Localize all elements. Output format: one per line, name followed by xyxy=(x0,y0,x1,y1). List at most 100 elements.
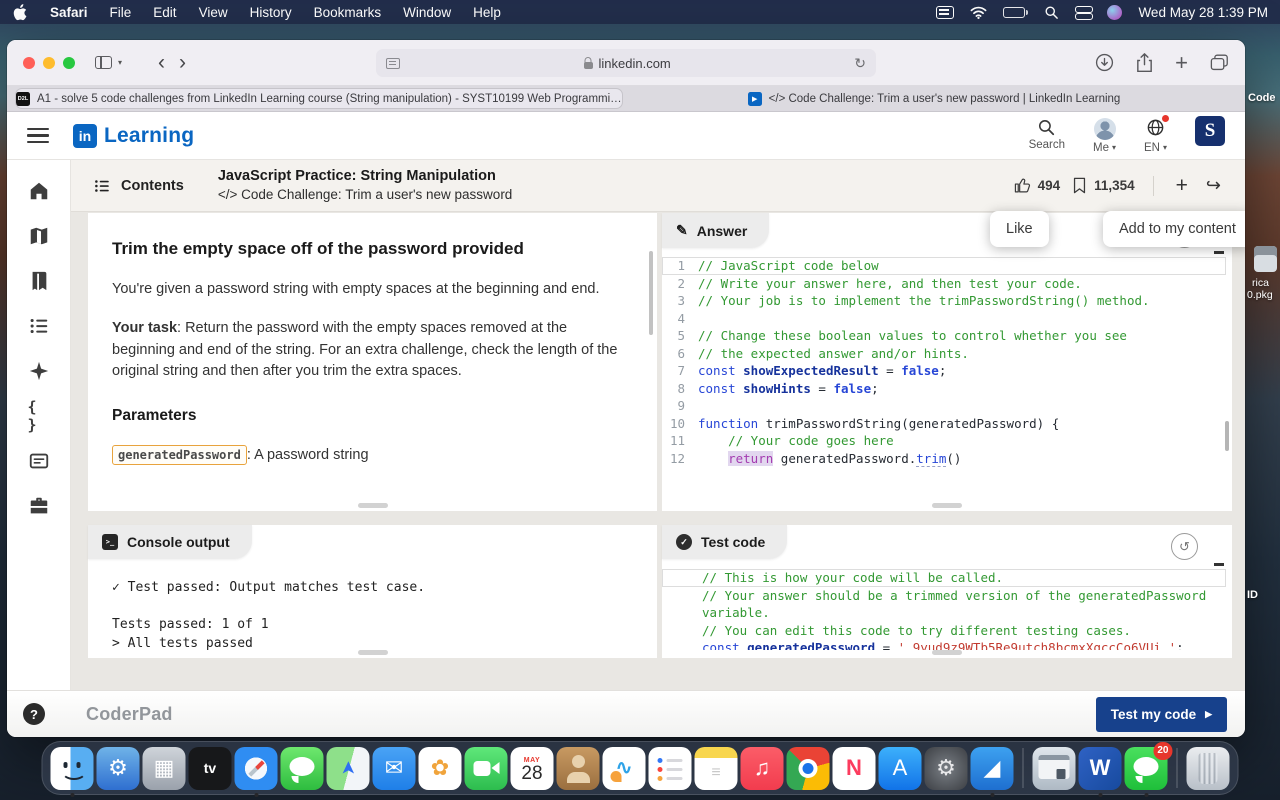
dock-freeform[interactable]: ∿ xyxy=(603,747,646,790)
dock-app-store[interactable]: A xyxy=(879,747,922,790)
menubar-clock[interactable]: Wed May 28 1:39 PM xyxy=(1138,5,1268,20)
resize-handle[interactable] xyxy=(358,503,388,508)
language-menu[interactable]: EN▾ xyxy=(1144,118,1167,154)
dock-minimized-window[interactable] xyxy=(1033,747,1076,790)
scrollbar-thumb[interactable] xyxy=(649,251,653,335)
desktop-label[interactable]: rica xyxy=(1252,277,1269,289)
wifi-icon[interactable] xyxy=(970,6,987,19)
dock-news[interactable]: N xyxy=(833,747,876,790)
minimize-button[interactable] xyxy=(43,57,55,69)
menubar-app-name[interactable]: Safari xyxy=(50,5,88,20)
menu-item-history[interactable]: History xyxy=(250,5,292,20)
certificate-icon[interactable] xyxy=(28,450,50,472)
sheridan-org-logo[interactable]: S xyxy=(1195,116,1225,146)
dock-trash[interactable] xyxy=(1187,747,1230,790)
dock-server-utility[interactable]: ⚙ xyxy=(97,747,140,790)
menu-item-edit[interactable]: Edit xyxy=(153,5,176,20)
menu-item-window[interactable]: Window xyxy=(403,5,451,20)
reset-code-button[interactable]: ↺ xyxy=(1171,533,1198,560)
desktop-label[interactable]: ID xyxy=(1247,589,1258,601)
sidebar-toggle[interactable]: ▾ xyxy=(95,56,122,69)
new-tab-icon[interactable]: + xyxy=(1175,50,1188,76)
desktop-label[interactable]: Code xyxy=(1248,92,1276,104)
dock-messages[interactable] xyxy=(281,747,324,790)
problem-paragraph: You're given a password string with empt… xyxy=(112,279,627,301)
sparkle-icon[interactable] xyxy=(28,360,50,382)
dock-notes[interactable]: ≡ xyxy=(695,747,738,790)
dock-launchpad[interactable]: ▦ xyxy=(143,747,186,790)
close-button[interactable] xyxy=(23,57,35,69)
dock-photos[interactable]: ✿ xyxy=(419,747,462,790)
reload-icon[interactable]: ↻ xyxy=(854,55,866,72)
keyboard-icon[interactable] xyxy=(936,6,954,19)
dock-maps[interactable]: ➤ xyxy=(327,747,370,790)
control-center-icon[interactable] xyxy=(1075,6,1091,18)
chevron-down-icon[interactable]: ▾ xyxy=(118,58,122,67)
dock-apple-tv[interactable]: tv xyxy=(189,747,232,790)
back-button[interactable]: ‹ xyxy=(148,52,175,73)
list-icon[interactable] xyxy=(28,315,50,337)
tab-d2l-assignment[interactable]: D2L A1 - solve 5 code challenges from Li… xyxy=(15,88,623,109)
map-explore-icon[interactable] xyxy=(28,225,50,247)
search-button[interactable]: Search xyxy=(1029,118,1065,151)
tab-linkedin-learning[interactable]: ▶ </> Code Challenge: Trim a user's new … xyxy=(631,86,1237,111)
resize-handle[interactable] xyxy=(932,650,962,655)
menu-item-file[interactable]: File xyxy=(110,5,132,20)
desktop-file-icon[interactable] xyxy=(1254,246,1277,272)
add-to-content-button[interactable]: + xyxy=(1172,174,1192,198)
briefcase-icon[interactable] xyxy=(28,495,50,517)
menu-item-help[interactable]: Help xyxy=(473,5,501,20)
help-button[interactable]: ? xyxy=(23,703,45,725)
console-output-panel: >_ Console output ✓ Test passed: Output … xyxy=(88,525,657,658)
apple-menu-icon[interactable] xyxy=(12,4,28,20)
linkedin-learning-logo[interactable]: in Learning xyxy=(73,124,194,148)
dock-whatsapp[interactable]: 20 xyxy=(1125,747,1168,790)
contents-toggle[interactable]: Contents xyxy=(93,177,184,195)
minimize-icon[interactable] xyxy=(1214,251,1224,254)
dock-word[interactable]: W xyxy=(1079,747,1122,790)
resize-handle[interactable] xyxy=(932,503,962,508)
code-line: // This is how your code will be called. xyxy=(662,569,1226,587)
home-icon[interactable] xyxy=(28,180,50,202)
spotlight-icon[interactable] xyxy=(1044,5,1059,20)
test-my-code-button[interactable]: Test my code ▶ xyxy=(1096,697,1227,732)
zoom-button[interactable] xyxy=(63,57,75,69)
dock-safari[interactable] xyxy=(235,747,278,790)
dock-music[interactable]: ♫ xyxy=(741,747,784,790)
scrollbar-thumb[interactable] xyxy=(1225,421,1229,451)
dock-contacts[interactable] xyxy=(557,747,600,790)
dock-mail[interactable]: ✉ xyxy=(373,747,416,790)
like-button[interactable]: 494 xyxy=(1014,177,1061,194)
bookmark-button[interactable]: 11,354 xyxy=(1072,177,1135,194)
downloads-icon[interactable] xyxy=(1095,53,1114,72)
desktop-label[interactable]: 0.pkg xyxy=(1247,289,1273,301)
code-braces-icon[interactable]: { } xyxy=(28,405,50,427)
dock-reminders[interactable] xyxy=(649,747,692,790)
library-icon[interactable] xyxy=(28,270,50,292)
answer-panel: ✎ Answer ⚙ ↺ 1// JavaScript code below2/… xyxy=(662,213,1232,511)
share-forward-icon[interactable]: ↪ xyxy=(1204,175,1223,196)
share-icon[interactable] xyxy=(1136,53,1153,73)
siri-icon[interactable] xyxy=(1107,5,1122,20)
menu-item-view[interactable]: View xyxy=(199,5,228,20)
url-text[interactable]: linkedin.com xyxy=(599,56,671,71)
dock-calendar[interactable]: MAY28 xyxy=(511,747,554,790)
dock-finder[interactable] xyxy=(51,747,94,790)
console-line: Tests passed: 1 of 1 xyxy=(112,616,633,635)
forward-button[interactable]: › xyxy=(175,52,196,73)
dock-system-settings[interactable]: ⚙ xyxy=(925,747,968,790)
dock-vs-code[interactable]: ◢ xyxy=(971,747,1014,790)
resize-handle[interactable] xyxy=(358,650,388,655)
menu-item-bookmarks[interactable]: Bookmarks xyxy=(314,5,382,20)
battery-icon[interactable] xyxy=(1003,7,1028,18)
dock-facetime[interactable] xyxy=(465,747,508,790)
minimize-icon[interactable] xyxy=(1214,563,1224,566)
answer-code-editor[interactable]: 1// JavaScript code below2// Write your … xyxy=(662,257,1226,511)
address-bar[interactable]: linkedin.com ↻ xyxy=(376,49,876,77)
hamburger-menu-icon[interactable] xyxy=(27,128,49,144)
me-menu[interactable]: Me▾ xyxy=(1093,118,1116,154)
test-code-editor[interactable]: // This is how your code will be called.… xyxy=(662,569,1226,658)
tab-overview-icon[interactable] xyxy=(1210,54,1229,71)
dock-chrome[interactable] xyxy=(787,747,830,790)
page-settings-icon[interactable] xyxy=(386,58,400,69)
